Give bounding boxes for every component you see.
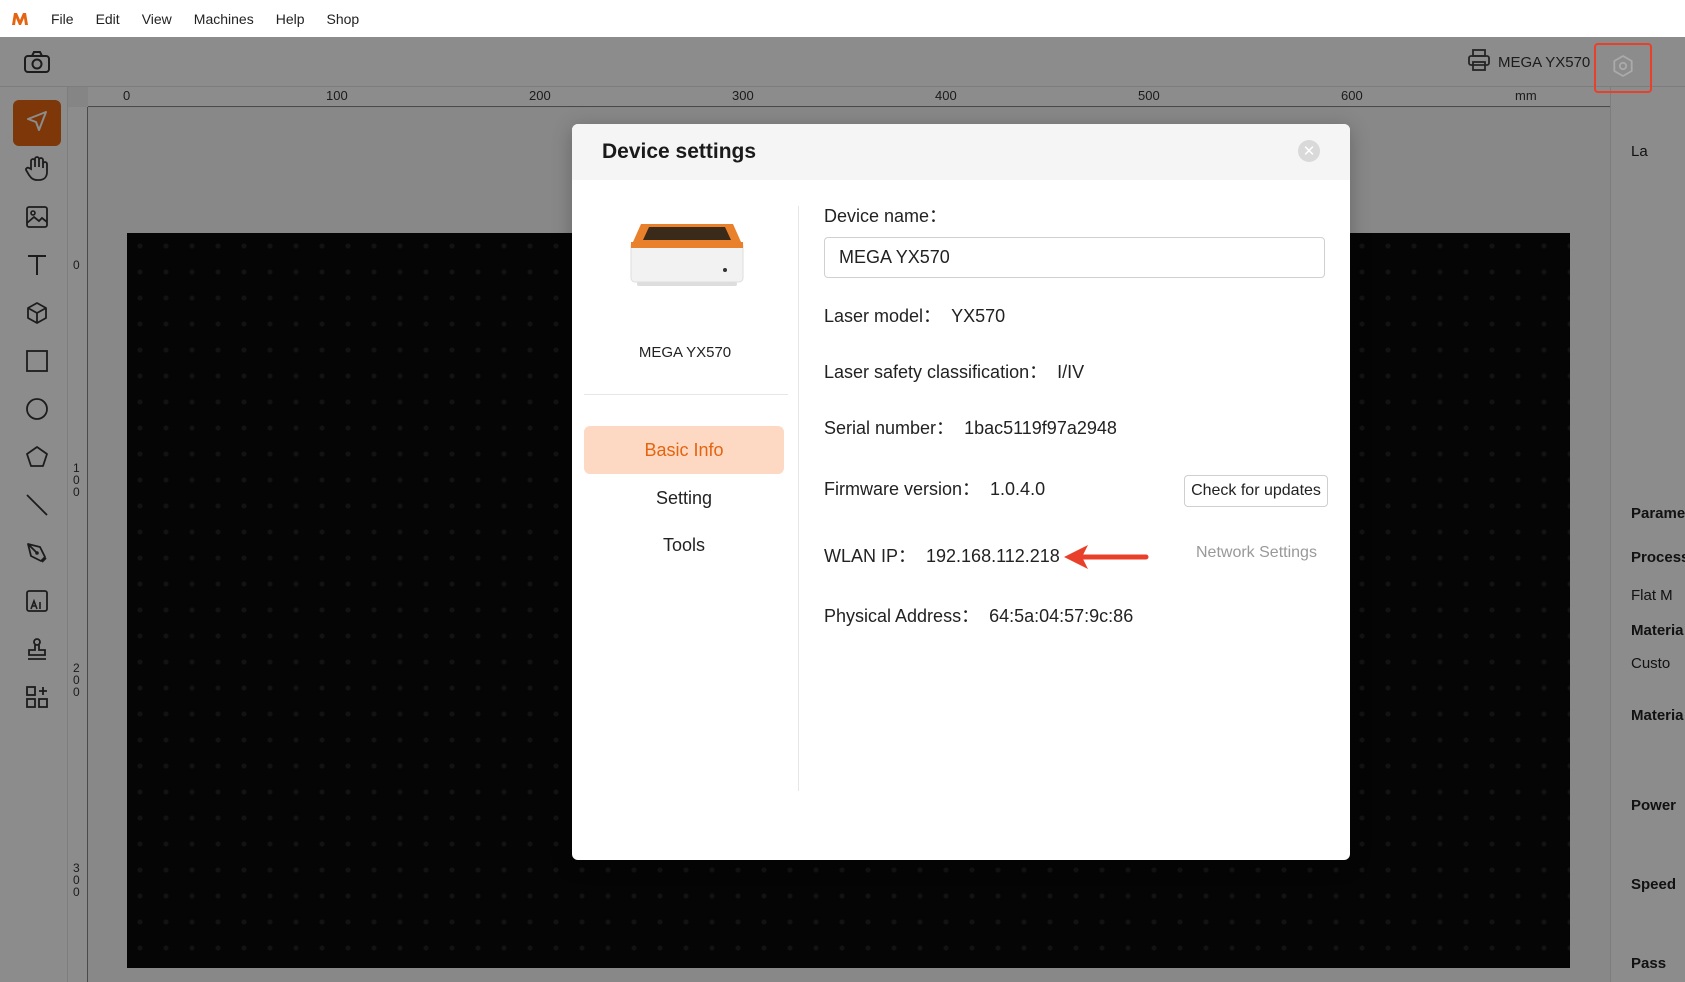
firmware-row: Firmware version： 1.0.4.0 — [824, 475, 1045, 501]
device-name-input[interactable]: MEGA YX570 — [824, 237, 1325, 278]
firmware-value: 1.0.4.0 — [990, 479, 1046, 499]
basic-info-panel: Device name： MEGA YX570 Laser model： YX57… — [824, 180, 1328, 860]
divider — [798, 206, 799, 791]
safety-value: I/IV — [1057, 362, 1085, 382]
wlan-label: WLAN IP： — [824, 546, 917, 566]
menu-edit[interactable]: Edit — [96, 11, 120, 27]
laser-model-value: YX570 — [951, 306, 1006, 326]
nav-tools[interactable]: Tools — [584, 521, 784, 569]
check-for-updates-button[interactable]: Check for updates — [1184, 475, 1328, 507]
serial-value: 1bac5119f97a2948 — [964, 418, 1117, 438]
device-image-caption: MEGA YX570 — [638, 344, 732, 361]
dialog-sidebar: MEGA YX570 Basic Info Setting Tools — [572, 180, 798, 860]
serial-row: Serial number： 1bac5119f97a2948 — [824, 414, 1117, 440]
network-settings-link[interactable]: Network Settings — [1196, 544, 1317, 562]
gear-icon — [1612, 54, 1634, 82]
safety-row: Laser safety classification： I/IV — [824, 358, 1084, 384]
menubar: File Edit View Machines Help Shop — [0, 0, 1685, 37]
divider — [584, 394, 788, 395]
device-settings-dialog: Device settings ✕ MEGA YX570 Basic Info … — [572, 124, 1350, 860]
laser-model-row: Laser model： YX570 — [824, 302, 1005, 328]
firmware-label: Firmware version： — [824, 479, 981, 499]
nav-basic-info[interactable]: Basic Info — [584, 426, 784, 474]
dialog-header: Device settings ✕ — [572, 124, 1350, 180]
close-icon[interactable]: ✕ — [1298, 140, 1320, 162]
menu-shop[interactable]: Shop — [327, 11, 360, 27]
device-settings-button[interactable] — [1594, 43, 1652, 93]
mac-label: Physical Address： — [824, 606, 980, 626]
menu-help[interactable]: Help — [276, 11, 305, 27]
mac-row: Physical Address： 64:5a:04:57:9c:86 — [824, 602, 1133, 628]
menu-view[interactable]: View — [142, 11, 172, 27]
device-image — [627, 212, 747, 302]
app-logo-icon — [11, 12, 29, 26]
laser-model-label: Laser model： — [824, 306, 942, 326]
nav-setting[interactable]: Setting — [584, 474, 784, 522]
serial-label: Serial number： — [824, 418, 955, 438]
dialog-title: Device settings — [602, 140, 757, 163]
menu-file[interactable]: File — [51, 11, 74, 27]
device-name-label: Device name： — [824, 206, 948, 226]
wlan-value: 192.168.112.218 — [926, 546, 1060, 566]
menu-machines[interactable]: Machines — [194, 11, 254, 27]
wlan-row: WLAN IP： 192.168.112.218 — [824, 542, 1060, 568]
annotation-arrow-icon — [1060, 542, 1150, 577]
safety-label: Laser safety classification： — [824, 362, 1048, 382]
mac-value: 64:5a:04:57:9c:86 — [989, 606, 1134, 626]
